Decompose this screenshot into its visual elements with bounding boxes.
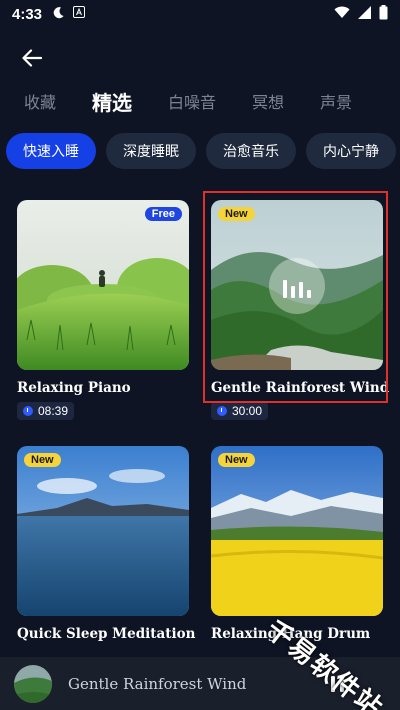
filter-chips: 快速入睡 深度睡眠 治愈音乐 内心宁静 [6,133,400,171]
status-time: 4:33 [12,5,43,23]
badge-new: New [218,453,255,467]
clock-icon [23,406,33,416]
badge-new: New [218,207,255,221]
status-bar: 4:33 [0,0,400,28]
track-title: Gentle Rainforest Wind [211,380,390,396]
moon-icon [52,6,65,23]
chip-fall-asleep-fast[interactable]: 快速入睡 [6,133,96,169]
chip-inner-peace[interactable]: 内心宁静 [306,133,396,169]
track-thumbnail: Free [17,200,189,370]
track-thumbnail: New [17,446,189,616]
track-title: Relaxing Piano [17,380,131,396]
track-card-quick-sleep-meditation[interactable]: New Quick Sleep Meditation [17,446,196,642]
chip-deep-sleep[interactable]: 深度睡眠 [106,133,196,169]
player-title: Gentle Rainforest Wind [68,674,247,693]
track-card-relaxing-hang-drum[interactable]: New Relaxing Hang Drum [211,446,383,642]
tab-featured[interactable]: 精选 [92,87,132,116]
track-thumbnail: New [211,446,383,616]
arrow-left-icon [22,49,42,67]
tab-favorites[interactable]: 收藏 [24,89,56,113]
track-title: Quick Sleep Meditation [17,626,196,642]
a-icon [73,6,86,22]
duration-badge: 30:00 [211,402,269,420]
tab-meditation[interactable]: 冥想 [252,89,284,113]
signal-icon [358,5,371,23]
duration-badge: 08:39 [17,402,75,420]
track-card-relaxing-piano[interactable]: Free Relaxing Piano 08:39 [17,200,189,420]
player-artwork [14,664,52,703]
equalizer-icon[interactable] [269,258,325,314]
badge-free: Free [144,207,182,221]
track-thumbnail: New [211,200,383,370]
duration-text: 08:39 [38,404,69,418]
clock-icon [217,406,227,416]
duration-text: 30:00 [232,404,263,418]
wifi-icon [334,5,350,23]
tab-soundscape[interactable]: 声景 [320,89,352,113]
battery-icon [379,4,388,24]
tab-white-noise[interactable]: 白噪音 [168,89,216,113]
chip-healing-music[interactable]: 治愈音乐 [206,133,296,169]
track-card-gentle-rainforest-wind[interactable]: New Gentle Rainforest Wind 30:00 [211,200,390,420]
badge-new: New [24,453,61,467]
back-button[interactable] [18,44,46,72]
category-tabs: 收藏 精选 白噪音 冥想 声景 [0,84,400,118]
